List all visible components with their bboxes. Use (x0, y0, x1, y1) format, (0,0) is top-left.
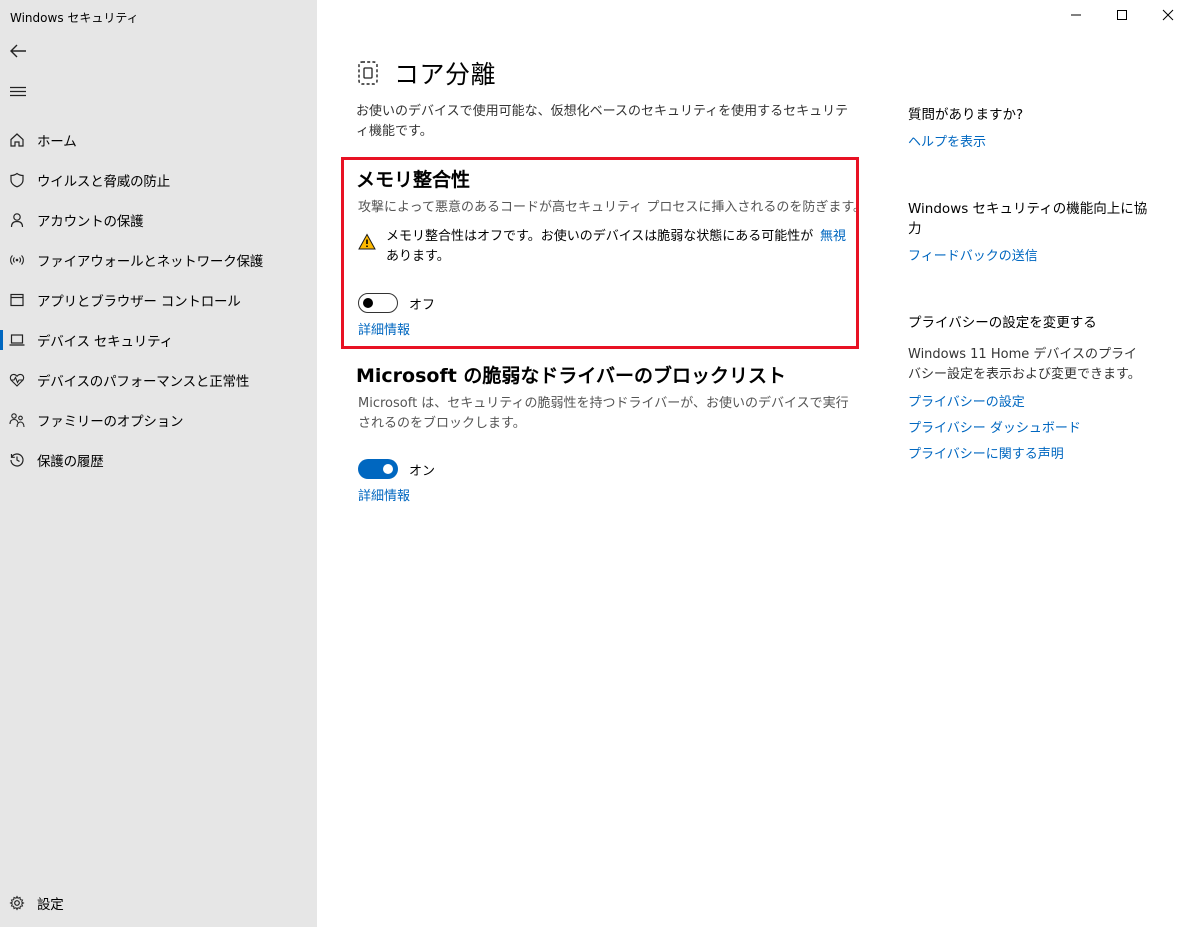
close-icon (1162, 9, 1174, 21)
driver-blocklist-description: Microsoft は、セキュリティの脆弱性を持つドライバーが、お使いのデバイス… (358, 396, 849, 431)
privacy-statement-link[interactable]: プライバシーに関する声明 (908, 443, 1064, 462)
sidebar-item-protection-history[interactable]: 保護の履歴 (0, 440, 317, 480)
sidebar-item-label: アプリとブラウザー コントロール (37, 294, 241, 310)
windows-security-window: Windows セキュリティ ホーム ウイルスと脅威の防止 アカウントの保護 フ… (0, 0, 1191, 927)
page-header: コア分離 (356, 55, 496, 91)
minimize-button[interactable] (1053, 0, 1099, 30)
home-icon (8, 131, 26, 149)
sidebar-item-app-browser-control[interactable]: アプリとブラウザー コントロール (0, 280, 317, 320)
hamburger-icon (10, 86, 26, 97)
driver-blocklist-toggle[interactable] (358, 459, 398, 479)
gear-icon (8, 894, 26, 912)
close-button[interactable] (1145, 0, 1191, 30)
sidebar-item-account-protection[interactable]: アカウントの保護 (0, 200, 317, 240)
window-controls (1053, 0, 1191, 30)
help-link[interactable]: ヘルプを表示 (908, 131, 986, 150)
sidebar-item-label: デバイス セキュリティ (37, 334, 173, 350)
sidebar-item-label: ウイルスと脅威の防止 (37, 174, 170, 190)
back-arrow-icon (10, 44, 26, 58)
toggle-knob (383, 464, 393, 474)
page-title: コア分離 (394, 60, 497, 89)
sidebar-item-label: ファミリーのオプション (37, 414, 184, 430)
wifi-antenna-icon (8, 251, 26, 269)
laptop-icon (8, 331, 26, 349)
sidebar-item-settings[interactable]: 設定 (0, 883, 317, 923)
history-icon (8, 451, 26, 469)
app-title: Windows セキュリティ (10, 11, 139, 25)
shield-icon (8, 171, 26, 189)
privacy-dashboard-link[interactable]: プライバシー ダッシュボード (908, 417, 1081, 436)
sidebar-item-home[interactable]: ホーム (0, 120, 317, 160)
sidebar-item-label: アカウントの保護 (37, 214, 144, 230)
driver-blocklist-details-link[interactable]: 詳細情報 (358, 485, 410, 504)
sidebar-item-virus-protection[interactable]: ウイルスと脅威の防止 (0, 160, 317, 200)
driver-blocklist-toggle-label: オン (409, 463, 436, 479)
memory-integrity-highlight-box (341, 157, 859, 349)
sidebar-item-device-security[interactable]: デバイス セキュリティ (0, 320, 317, 360)
help-heading: 質問がありますか? (908, 107, 1024, 123)
minimize-icon (1071, 14, 1081, 16)
sidebar-item-label: ホーム (37, 134, 77, 150)
sidebar-item-family-options[interactable]: ファミリーのオプション (0, 400, 317, 440)
core-isolation-chip-icon (358, 61, 378, 85)
maximize-icon (1117, 10, 1127, 20)
driver-blocklist-toggle-row: オン (358, 459, 435, 479)
settings-label: 設定 (37, 897, 64, 913)
maximize-button[interactable] (1099, 0, 1145, 30)
sidebar-nav: ホーム ウイルスと脅威の防止 アカウントの保護 ファイアウォールとネットワーク保… (0, 120, 317, 480)
feedback-link[interactable]: フィードバックの送信 (908, 245, 1038, 264)
menu-button[interactable] (4, 80, 32, 104)
sidebar: Windows セキュリティ ホーム ウイルスと脅威の防止 アカウントの保護 フ… (0, 0, 317, 927)
app-window-icon (8, 291, 26, 309)
privacy-description: Windows 11 Home デバイスのプライバシー設定を表示および変更できま… (908, 347, 1141, 382)
person-icon (8, 211, 26, 229)
driver-blocklist-title: Microsoft の脆弱なドライバーのブロックリスト (356, 365, 787, 387)
back-button[interactable] (4, 38, 32, 64)
sidebar-item-device-performance[interactable]: デバイスのパフォーマンスと正常性 (0, 360, 317, 400)
sidebar-item-firewall[interactable]: ファイアウォールとネットワーク保護 (0, 240, 317, 280)
sidebar-item-label: 保護の履歴 (37, 454, 104, 470)
sidebar-item-label: ファイアウォールとネットワーク保護 (37, 254, 264, 270)
page-description: お使いのデバイスで使用可能な、仮想化ベースのセキュリティを使用するセキュリティ機… (356, 104, 849, 139)
privacy-heading: プライバシーの設定を変更する (908, 315, 1097, 331)
family-icon (8, 411, 26, 429)
privacy-settings-link[interactable]: プライバシーの設定 (908, 391, 1025, 410)
feedback-heading: Windows セキュリティの機能向上に協力 (908, 201, 1148, 237)
sidebar-item-label: デバイスのパフォーマンスと正常性 (37, 374, 250, 390)
heart-pulse-icon (8, 371, 26, 389)
